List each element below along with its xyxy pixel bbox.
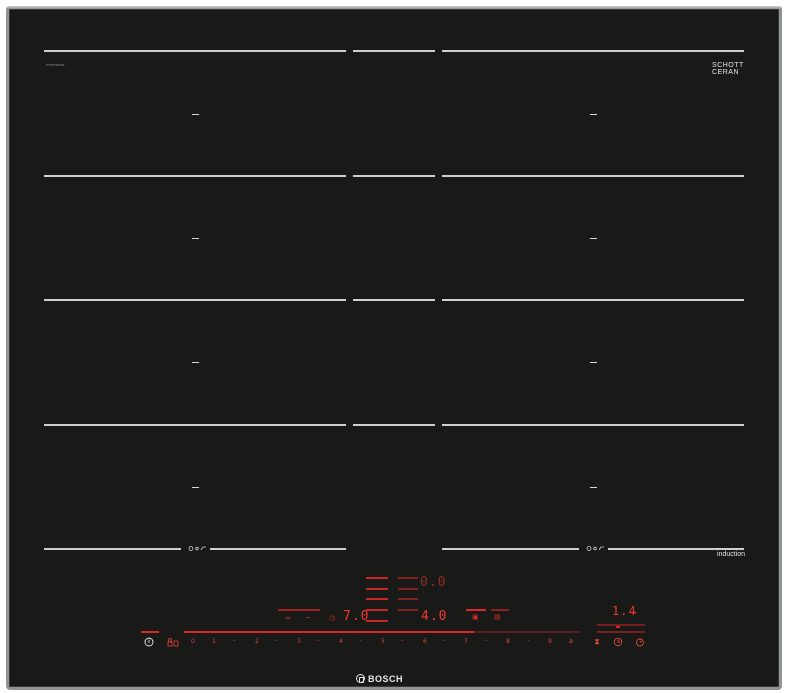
zone-line	[442, 299, 744, 301]
clock-icon[interactable]	[613, 637, 623, 647]
scale-dot: •	[485, 638, 488, 643]
zone-line	[44, 175, 346, 177]
clock-icon-svg	[613, 637, 623, 647]
flex-zone-icon-svg	[188, 546, 206, 551]
boost-icon[interactable]: ≈	[285, 614, 291, 622]
induction-cooktop	[6, 6, 782, 690]
flex-zone-icon-svg	[586, 546, 604, 551]
timer-icon[interactable]: ⧗	[592, 637, 602, 647]
zone-marker	[590, 238, 597, 239]
scale-dot: •	[275, 638, 278, 643]
level-4[interactable]: 4	[339, 638, 343, 645]
scale-dot: •	[527, 638, 530, 643]
glass-logo-line2: CERAN	[712, 69, 740, 76]
right-zone-bar	[466, 609, 486, 611]
top-reading: 0.0	[420, 575, 447, 590]
timer-underline	[597, 624, 645, 626]
level-8[interactable]: 8	[506, 638, 510, 645]
power-icon-svg	[144, 637, 154, 647]
zone-marker	[590, 114, 597, 115]
level-1[interactable]: 1	[212, 638, 216, 645]
zone-marker	[590, 362, 597, 363]
zone-line	[442, 175, 744, 177]
power-slider-track[interactable]	[474, 631, 580, 633]
zone-line	[353, 50, 435, 52]
glass-logo-line1: SCHOTT	[712, 62, 744, 69]
zone-indicator-bar	[398, 598, 418, 600]
left-zone-bar	[278, 609, 320, 611]
stopwatch-icon[interactable]	[635, 637, 645, 647]
zone-line	[607, 548, 744, 550]
model-code: PXX875D67E	[46, 63, 65, 67]
timer-slider-track[interactable]	[597, 631, 645, 633]
zone-line	[353, 299, 435, 301]
induction-badge: induction	[717, 551, 746, 558]
power-icon[interactable]	[144, 637, 154, 647]
zone-indicator-bar	[366, 577, 388, 579]
zone-indicator-bar	[366, 598, 388, 600]
timer-marker	[616, 626, 620, 628]
stopwatch-icon-svg	[636, 638, 644, 647]
zone-indicator-bar	[366, 588, 388, 590]
glass-logo: SCHOTT CERAN	[712, 62, 744, 76]
clock-icon[interactable]: ◷	[329, 614, 335, 622]
brand-name: BOSCH	[368, 674, 404, 684]
zone-marker	[590, 487, 597, 488]
zone-marker	[192, 114, 199, 115]
zone-line	[442, 548, 579, 550]
zone-line	[353, 175, 435, 177]
timer-unit-icon: ▬	[632, 610, 637, 616]
level-5[interactable]: 5	[381, 638, 385, 645]
zone-line	[44, 424, 346, 426]
zone-line	[44, 548, 181, 550]
scale-dot: •	[317, 638, 320, 643]
zone-indicator-bar	[398, 609, 418, 611]
frame-highlight	[6, 6, 782, 9]
level-9[interactable]: 9	[548, 638, 552, 645]
scale-dot: •	[401, 638, 404, 643]
power-indicator	[141, 631, 159, 633]
flex-zone-icon	[186, 545, 210, 554]
zone-line	[44, 50, 346, 52]
scale-dot: •	[359, 638, 362, 643]
zone-marker	[192, 238, 199, 239]
keep-warm-icon[interactable]: ▤	[494, 613, 501, 621]
left-reading: 7.0	[343, 609, 370, 624]
level-3[interactable]: 3	[297, 638, 301, 645]
brand-logo: BOSCH	[356, 674, 403, 684]
right-zone-bar	[491, 609, 509, 611]
flex-zone-icon	[584, 545, 608, 554]
level-7[interactable]: 7	[464, 638, 468, 645]
zone-line	[442, 424, 744, 426]
zone-marker	[192, 362, 199, 363]
bosch-logo-icon	[356, 674, 365, 683]
zone-line	[442, 50, 744, 52]
scale-dot: •	[233, 638, 236, 643]
zone-marker	[192, 487, 199, 488]
pan-icon[interactable]: ▣	[472, 613, 479, 621]
scale-dot: •	[443, 638, 446, 643]
power-slider-fill[interactable]	[184, 631, 474, 633]
zone-indicator-bar	[398, 588, 418, 590]
boost-up-icon[interactable]: ⩓	[566, 636, 576, 646]
level-2[interactable]: 2	[255, 638, 259, 645]
zone-line	[353, 424, 435, 426]
zone-indicator-bar	[398, 577, 418, 579]
fry-sensor-icon[interactable]: ~	[305, 614, 311, 622]
level-0[interactable]: 0	[191, 638, 195, 645]
right-reading: 4.0	[421, 609, 448, 624]
zone-line	[44, 299, 346, 301]
zone-line	[210, 548, 346, 550]
level-6[interactable]: 6	[423, 638, 427, 645]
